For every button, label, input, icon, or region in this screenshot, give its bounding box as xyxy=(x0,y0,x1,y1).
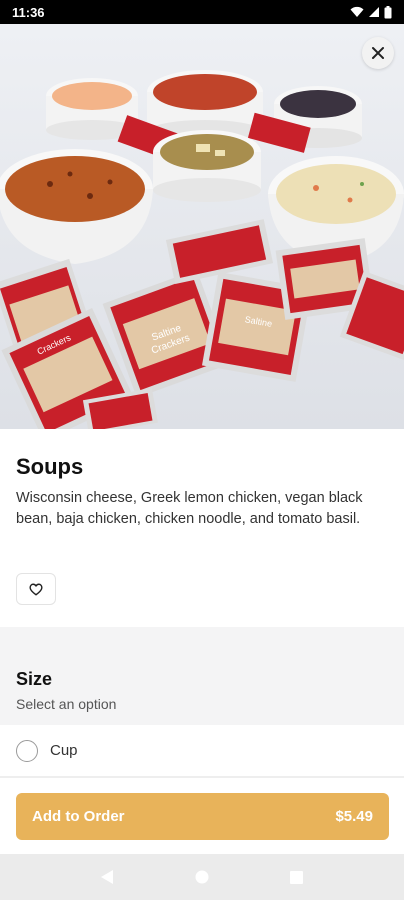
status-time: 11:36 xyxy=(12,4,45,20)
item-photo: Crackers Saltine Crackers Saltine xyxy=(0,24,404,429)
close-button[interactable] xyxy=(362,37,394,69)
size-option-cup[interactable]: Cup xyxy=(0,725,404,777)
status-bar: 11:36 xyxy=(0,0,404,24)
status-icons xyxy=(350,5,392,19)
size-option-label: Cup xyxy=(50,742,78,759)
add-to-order-button[interactable]: Add to Order $5.49 xyxy=(16,793,389,840)
favorite-button[interactable] xyxy=(16,573,56,605)
radio-button[interactable] xyxy=(16,739,38,762)
battery-icon xyxy=(384,5,392,18)
signal-icon xyxy=(369,7,379,17)
recents-square-icon xyxy=(290,870,304,884)
bottom-action-bar: Add to Order $5.49 xyxy=(0,777,404,854)
system-navigation-bar xyxy=(0,854,404,900)
item-title: Soups xyxy=(16,454,84,479)
item-info: Soups Wisconsin cheese, Greek lemon chic… xyxy=(0,429,404,627)
order-price: $5.49 xyxy=(335,808,373,825)
recents-nav-button[interactable] xyxy=(282,862,312,892)
wifi-icon xyxy=(350,6,364,17)
back-triangle-icon xyxy=(101,870,114,884)
heart-icon xyxy=(29,583,43,595)
size-subtitle: Select an option xyxy=(16,696,117,712)
soups-photo-illustration: Crackers Saltine Crackers Saltine xyxy=(0,24,404,429)
close-icon xyxy=(372,47,384,59)
item-description: Wisconsin cheese, Greek lemon chicken, v… xyxy=(16,490,363,527)
section-divider xyxy=(0,627,404,655)
size-title: Size xyxy=(16,669,53,689)
size-section-header: Size Select an option xyxy=(0,655,404,725)
add-to-order-label: Add to Order xyxy=(32,808,125,825)
back-nav-button[interactable] xyxy=(92,862,122,892)
home-circle-icon xyxy=(195,870,209,884)
home-nav-button[interactable] xyxy=(187,862,217,892)
